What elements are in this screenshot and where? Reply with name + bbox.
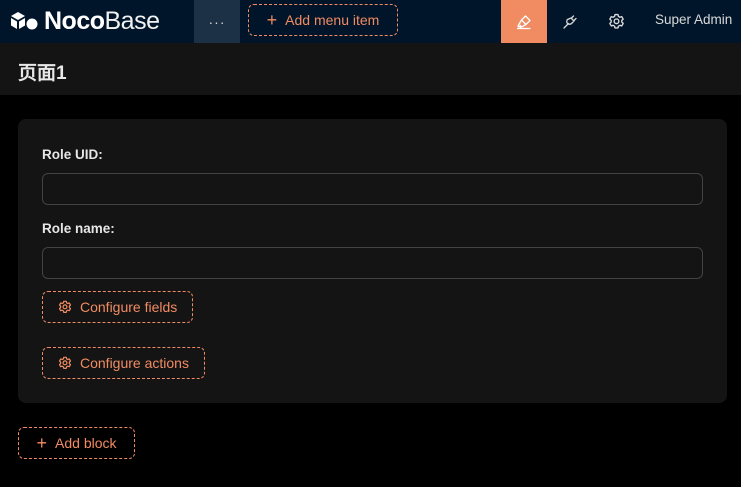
form-block: Role UID: Role name: Configure fields Co…	[18, 119, 727, 403]
more-menu-button[interactable]: ···	[194, 0, 240, 43]
brush-icon	[517, 14, 531, 29]
logo-text-light: Base	[104, 6, 160, 35]
ui-editor-button[interactable]	[501, 0, 547, 43]
gear-icon	[608, 13, 624, 29]
page-title: 页面1	[18, 63, 67, 84]
configure-actions-button[interactable]: Configure actions	[42, 347, 205, 379]
add-block-label: Add block	[55, 435, 117, 451]
logo-text-bold: Noco	[44, 6, 105, 35]
add-menu-item-button[interactable]: + Add menu item	[248, 4, 398, 36]
gear-icon	[58, 356, 72, 369]
current-user-menu[interactable]: Super Admin	[655, 0, 732, 38]
plus-icon: +	[36, 433, 48, 453]
role-name-label: Role name:	[42, 221, 115, 236]
configure-fields-label: Configure fields	[80, 299, 178, 315]
configure-fields-button[interactable]: Configure fields	[42, 291, 194, 323]
add-block-button[interactable]: + Add block	[18, 427, 135, 459]
configure-actions-label: Configure actions	[80, 355, 189, 371]
role-uid-input[interactable]	[42, 173, 703, 205]
plugin-manager-button[interactable]	[547, 0, 593, 43]
role-name-input[interactable]	[42, 247, 703, 279]
nocobase-logo[interactable]: Noco Base	[9, 6, 160, 35]
plug-icon	[563, 14, 577, 29]
page-header: 页面1	[0, 43, 741, 95]
top-navigation-bar: Noco Base ··· + Add menu item Super Admin	[0, 0, 741, 43]
settings-button[interactable]	[593, 0, 639, 43]
gear-icon	[58, 300, 72, 313]
role-uid-label: Role UID:	[42, 147, 103, 162]
nocobase-logo-icon	[11, 12, 38, 30]
plus-icon: +	[266, 10, 278, 30]
add-menu-item-label: Add menu item	[285, 12, 380, 28]
